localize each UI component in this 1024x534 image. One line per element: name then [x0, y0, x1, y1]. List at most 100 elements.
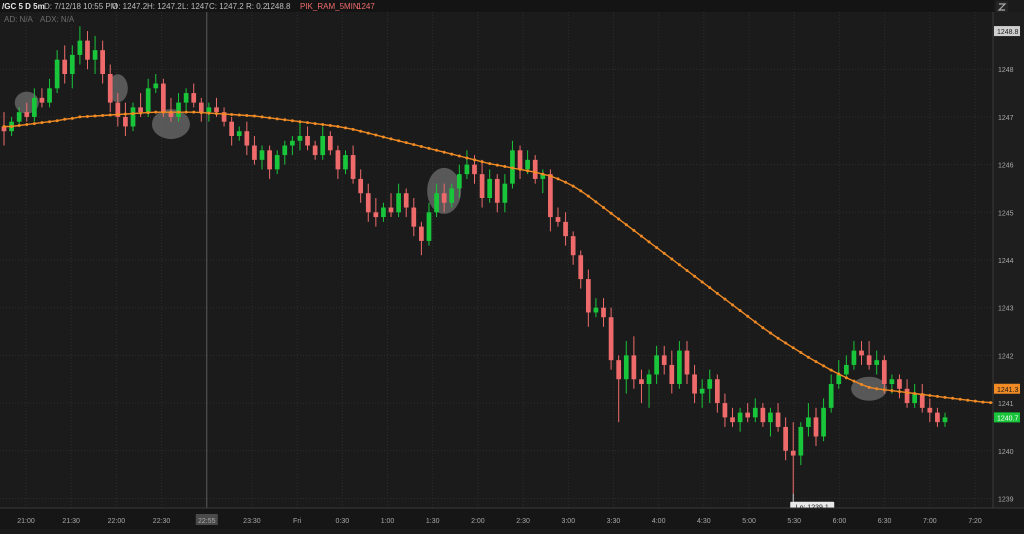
candle-body-up — [593, 307, 599, 313]
study-label[interactable]: PIK_RAM_5MIN — [300, 2, 359, 11]
candle-body-up — [236, 131, 242, 136]
ma-point — [973, 399, 977, 403]
candle-body-up — [737, 412, 743, 423]
candle-body-down — [161, 83, 166, 113]
x-tick-label: 21:30 — [62, 518, 80, 525]
candle-body-up — [843, 364, 849, 375]
ma-point — [48, 120, 52, 124]
y-tick-label: 1244 — [998, 258, 1014, 265]
chart-container[interactable]: Lo: 1239.1 12391240124112421243124412451… — [0, 0, 1024, 529]
chart-background — [0, 0, 1024, 529]
ma-point — [928, 393, 932, 397]
ma-point — [245, 113, 249, 117]
ma-point — [602, 206, 606, 210]
top-price-label: 1248.8 — [997, 29, 1019, 36]
ma-point — [647, 240, 651, 244]
candle-body-down — [214, 107, 219, 113]
ma-point — [495, 163, 499, 167]
candle-body-up — [502, 183, 508, 203]
candle-body-down — [312, 145, 318, 156]
ma-point — [169, 110, 173, 114]
ma-point — [298, 120, 302, 124]
x-tick-label: 1:30 — [426, 518, 440, 525]
candle-body-down — [327, 136, 333, 151]
candle-body-up — [92, 50, 98, 60]
ma-point — [177, 110, 181, 114]
candle-body-down — [692, 374, 697, 394]
zoom-icon[interactable] — [996, 1, 1008, 12]
ma-point — [662, 251, 666, 255]
y-tick-label: 1239 — [998, 496, 1014, 503]
x-tick-label: 23:30 — [243, 518, 261, 525]
ma-point — [617, 217, 621, 221]
ma-point — [184, 110, 188, 114]
ma-point — [806, 355, 810, 359]
ma-point — [146, 111, 150, 115]
candlestick-chart[interactable]: Lo: 1239.1 12391240124112421243124412451… — [0, 0, 1024, 529]
candle-body-down — [563, 221, 568, 237]
ma-point — [556, 177, 560, 181]
ma-point — [639, 234, 643, 238]
y-tick-label: 1241 — [998, 401, 1014, 408]
candle-body-up — [69, 54, 75, 74]
candle-body-up — [798, 426, 804, 456]
candle-body-down — [866, 355, 872, 365]
ma-point — [419, 144, 423, 148]
ma-point — [609, 211, 613, 215]
candle-body-up — [449, 188, 455, 203]
ma-point — [374, 133, 378, 137]
time-axis[interactable]: 21:00 21:30 22:00 22:30 22:55 23:30 Fri 0:30 1:0… — [0, 507, 1024, 529]
candle-body-up — [290, 140, 295, 146]
ma-point — [343, 126, 347, 130]
candle-body-down — [730, 417, 735, 423]
x-tick-label: 5:00 — [742, 518, 756, 525]
y-tick-label: 1247 — [998, 115, 1014, 122]
ma-point — [526, 169, 530, 173]
adx-label: ADX: N/A — [40, 15, 75, 24]
high-label: H: 1247.2 — [147, 2, 182, 11]
ma-point — [275, 117, 279, 121]
ma-point — [366, 131, 370, 135]
y-tick-label: 1245 — [998, 210, 1014, 217]
ma-point — [161, 110, 165, 114]
ma-point — [260, 115, 264, 119]
x-tick-label: 1:00 — [381, 518, 395, 525]
ma-point — [473, 158, 476, 162]
ma-point — [465, 156, 469, 160]
candle-body-down — [62, 59, 68, 74]
ma-point — [55, 119, 59, 123]
ma-point — [837, 372, 841, 376]
ma-point — [943, 395, 947, 399]
ma-point — [723, 297, 727, 301]
candle-body-up — [396, 193, 401, 213]
ma-point — [594, 200, 598, 204]
candle-body-up — [145, 88, 151, 113]
symbol-label[interactable]: /GC 5 D 5m — [2, 2, 45, 11]
candle-body-up — [297, 136, 303, 141]
ma-point — [237, 113, 241, 117]
candle-body-down — [517, 150, 523, 170]
ma-point — [571, 184, 575, 188]
x-tick-label: 2:00 — [471, 518, 485, 525]
ma-point — [40, 121, 44, 125]
ma-point — [693, 274, 697, 278]
close-label: C: 1247.2 — [209, 2, 244, 11]
ma-point — [321, 123, 325, 127]
candle-body-up — [464, 164, 470, 175]
candle-body-up — [525, 159, 530, 170]
y-tick-label: 1246 — [998, 163, 1014, 170]
candle-body-down — [85, 40, 90, 60]
ma-point — [101, 113, 105, 117]
x-tick-label: 7:20 — [968, 518, 982, 525]
candle-body-down — [441, 193, 447, 203]
ma-point — [844, 376, 848, 380]
x-tick-label: 0:30 — [336, 518, 350, 525]
candle-body-down — [494, 178, 500, 203]
ma-point — [412, 143, 416, 147]
last-price-label: 1240.7 — [997, 415, 1019, 422]
x-tick-label: 5:30 — [787, 518, 801, 525]
date-label: D: 7/12/18 10:55 PM — [44, 2, 118, 11]
price-axis[interactable]: 1239 1240 1241 1242 1243 1244 1245 1246 1247 1248… — [992, 0, 1024, 508]
candle-body-down — [229, 121, 235, 136]
candle-body-up — [699, 388, 705, 394]
